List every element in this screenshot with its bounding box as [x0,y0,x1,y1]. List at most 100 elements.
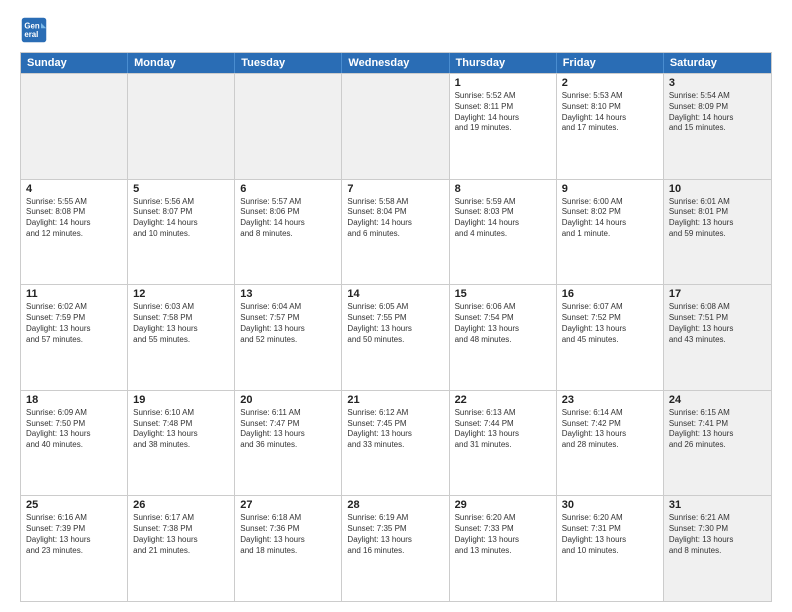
day-number: 11 [26,288,122,300]
logo: Gen eral [20,16,52,44]
calendar-cell [21,74,128,179]
day-number: 17 [669,288,766,300]
calendar-cell [128,74,235,179]
day-info: Sunrise: 6:13 AMSunset: 7:44 PMDaylight:… [455,408,551,451]
day-info: Sunrise: 6:20 AMSunset: 7:33 PMDaylight:… [455,513,551,556]
day-info: Sunrise: 6:04 AMSunset: 7:57 PMDaylight:… [240,302,336,345]
day-info: Sunrise: 5:58 AMSunset: 8:04 PMDaylight:… [347,197,443,240]
calendar-cell: 29 Sunrise: 6:20 AMSunset: 7:33 PMDayligh… [450,496,557,601]
day-info: Sunrise: 6:20 AMSunset: 7:31 PMDaylight:… [562,513,658,556]
day-number: 16 [562,288,658,300]
day-number: 30 [562,499,658,511]
calendar-row: 18 Sunrise: 6:09 AMSunset: 7:50 PMDayligh… [21,390,771,496]
day-info: Sunrise: 6:11 AMSunset: 7:47 PMDaylight:… [240,408,336,451]
day-info: Sunrise: 6:19 AMSunset: 7:35 PMDaylight:… [347,513,443,556]
day-info: Sunrise: 5:52 AMSunset: 8:11 PMDaylight:… [455,91,551,134]
day-number: 29 [455,499,551,511]
day-info: Sunrise: 5:56 AMSunset: 8:07 PMDaylight:… [133,197,229,240]
day-info: Sunrise: 6:07 AMSunset: 7:52 PMDaylight:… [562,302,658,345]
calendar-cell: 30 Sunrise: 6:20 AMSunset: 7:31 PMDayligh… [557,496,664,601]
calendar-cell: 19 Sunrise: 6:10 AMSunset: 7:48 PMDayligh… [128,391,235,496]
calendar-cell: 27Sunrise: 6:18 AMSunset: 7:36 PMDayligh… [235,496,342,601]
calendar-cell: 26 Sunrise: 6:17 AMSunset: 7:38 PMDayligh… [128,496,235,601]
calendar-cell: 13 Sunrise: 6:04 AMSunset: 7:57 PMDayligh… [235,285,342,390]
svg-text:Gen: Gen [24,21,39,30]
calendar-cell: 7 Sunrise: 5:58 AMSunset: 8:04 PMDaylight… [342,180,449,285]
calendar-cell: 12 Sunrise: 6:03 AMSunset: 7:58 PMDayligh… [128,285,235,390]
day-number: 9 [562,183,658,195]
page: Gen eral SundayMondayTuesdayWednesdayThu… [0,0,792,612]
calendar-cell: 10Sunrise: 6:01 AMSunset: 8:01 PMDayligh… [664,180,771,285]
header: Gen eral [20,16,772,44]
calendar-row: 11 Sunrise: 6:02 AMSunset: 7:59 PMDayligh… [21,284,771,390]
calendar-cell: 14 Sunrise: 6:05 AMSunset: 7:55 PMDayligh… [342,285,449,390]
day-info: Sunrise: 6:03 AMSunset: 7:58 PMDaylight:… [133,302,229,345]
calendar-row: 1 Sunrise: 5:52 AMSunset: 8:11 PMDaylight… [21,73,771,179]
day-info: Sunrise: 6:21 AMSunset: 7:30 PMDaylight:… [669,513,766,556]
calendar: SundayMondayTuesdayWednesdayThursdayFrid… [20,52,772,602]
day-number: 27 [240,499,336,511]
day-info: Sunrise: 6:12 AMSunset: 7:45 PMDaylight:… [347,408,443,451]
day-number: 18 [26,394,122,406]
weekday-header: Saturday [664,53,771,73]
day-number: 25 [26,499,122,511]
day-number: 14 [347,288,443,300]
calendar-body: 1 Sunrise: 5:52 AMSunset: 8:11 PMDaylight… [21,73,771,601]
day-number: 23 [562,394,658,406]
calendar-cell: 16 Sunrise: 6:07 AMSunset: 7:52 PMDayligh… [557,285,664,390]
day-info: Sunrise: 6:06 AMSunset: 7:54 PMDaylight:… [455,302,551,345]
day-info: Sunrise: 6:05 AMSunset: 7:55 PMDaylight:… [347,302,443,345]
calendar-cell: 8 Sunrise: 5:59 AMSunset: 8:03 PMDaylight… [450,180,557,285]
day-info: Sunrise: 6:15 AMSunset: 7:41 PMDaylight:… [669,408,766,451]
day-number: 21 [347,394,443,406]
calendar-cell [235,74,342,179]
day-number: 13 [240,288,336,300]
weekday-header: Thursday [450,53,557,73]
day-info: Sunrise: 6:10 AMSunset: 7:48 PMDaylight:… [133,408,229,451]
day-number: 19 [133,394,229,406]
calendar-cell: 11 Sunrise: 6:02 AMSunset: 7:59 PMDayligh… [21,285,128,390]
calendar-row: 25Sunrise: 6:16 AMSunset: 7:39 PMDayligh… [21,495,771,601]
day-number: 15 [455,288,551,300]
calendar-cell: 28 Sunrise: 6:19 AMSunset: 7:35 PMDayligh… [342,496,449,601]
day-info: Sunrise: 6:08 AMSunset: 7:51 PMDaylight:… [669,302,766,345]
calendar-cell: 15 Sunrise: 6:06 AMSunset: 7:54 PMDayligh… [450,285,557,390]
day-number: 8 [455,183,551,195]
day-info: Sunrise: 5:59 AMSunset: 8:03 PMDaylight:… [455,197,551,240]
day-number: 6 [240,183,336,195]
day-number: 1 [455,77,551,89]
calendar-cell: 25Sunrise: 6:16 AMSunset: 7:39 PMDayligh… [21,496,128,601]
day-number: 20 [240,394,336,406]
day-number: 28 [347,499,443,511]
day-info: Sunrise: 5:57 AMSunset: 8:06 PMDaylight:… [240,197,336,240]
calendar-cell: 31 Sunrise: 6:21 AMSunset: 7:30 PMDayligh… [664,496,771,601]
weekday-header: Tuesday [235,53,342,73]
weekday-header: Wednesday [342,53,449,73]
day-number: 4 [26,183,122,195]
day-number: 7 [347,183,443,195]
day-info: Sunrise: 5:54 AMSunset: 8:09 PMDaylight:… [669,91,766,134]
day-info: Sunrise: 6:14 AMSunset: 7:42 PMDaylight:… [562,408,658,451]
day-info: Sunrise: 6:02 AMSunset: 7:59 PMDaylight:… [26,302,122,345]
day-number: 31 [669,499,766,511]
calendar-cell: 23 Sunrise: 6:14 AMSunset: 7:42 PMDayligh… [557,391,664,496]
calendar-cell: 18 Sunrise: 6:09 AMSunset: 7:50 PMDayligh… [21,391,128,496]
calendar-cell: 22Sunrise: 6:13 AMSunset: 7:44 PMDayligh… [450,391,557,496]
day-number: 12 [133,288,229,300]
day-number: 26 [133,499,229,511]
calendar-cell: 6 Sunrise: 5:57 AMSunset: 8:06 PMDaylight… [235,180,342,285]
logo-icon: Gen eral [20,16,48,44]
day-info: Sunrise: 6:17 AMSunset: 7:38 PMDaylight:… [133,513,229,556]
day-number: 2 [562,77,658,89]
svg-text:eral: eral [24,30,38,39]
calendar-cell: 21 Sunrise: 6:12 AMSunset: 7:45 PMDayligh… [342,391,449,496]
day-info: Sunrise: 5:53 AMSunset: 8:10 PMDaylight:… [562,91,658,134]
weekday-header: Sunday [21,53,128,73]
day-number: 5 [133,183,229,195]
weekday-header: Friday [557,53,664,73]
calendar-cell [342,74,449,179]
day-number: 10 [669,183,766,195]
calendar-cell: 3 Sunrise: 5:54 AMSunset: 8:09 PMDaylight… [664,74,771,179]
day-info: Sunrise: 6:09 AMSunset: 7:50 PMDaylight:… [26,408,122,451]
day-number: 3 [669,77,766,89]
